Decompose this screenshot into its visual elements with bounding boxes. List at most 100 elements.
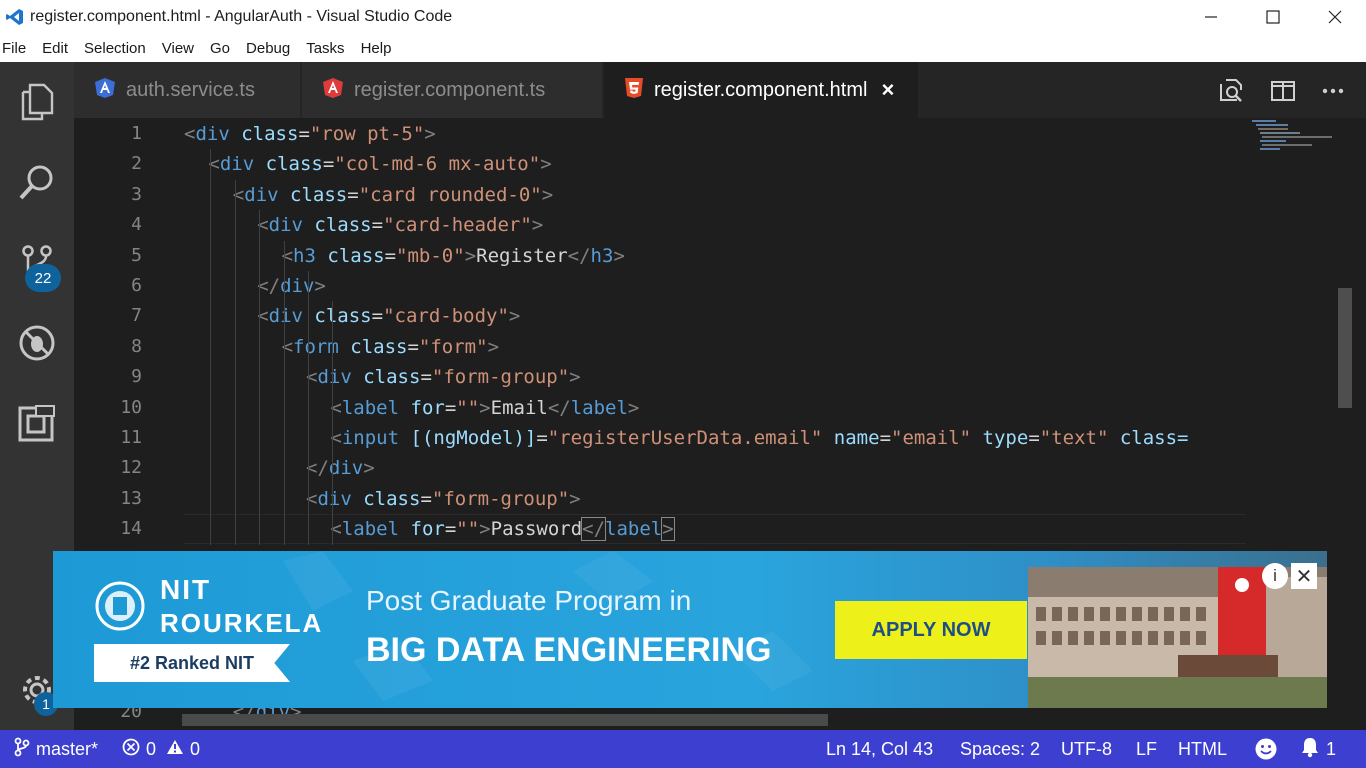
advertisement-banner[interactable]: NIT ROURKELA #2 Ranked NIT Post Graduate… [53, 551, 1327, 708]
code-token: div [244, 183, 279, 206]
notifications-item[interactable]: 1 [1300, 730, 1336, 768]
close-window-button[interactable] [1304, 0, 1366, 34]
institute-logo-icon [93, 579, 147, 640]
html5-icon [624, 77, 644, 104]
line-number: 13 [120, 487, 142, 509]
code-token: > [363, 457, 375, 480]
menu-selection[interactable]: Selection [84, 40, 154, 57]
menu-view[interactable]: View [162, 40, 202, 57]
tab-register-component-html[interactable]: register.component.html × [604, 62, 918, 118]
horizontal-scrollbar[interactable] [182, 714, 828, 726]
tab-register-component-ts[interactable]: register.component.ts [302, 62, 602, 118]
error-icon [122, 738, 140, 761]
language-mode[interactable]: HTML [1178, 730, 1227, 768]
code-token: </ [306, 457, 329, 480]
code-token: class= [1119, 427, 1189, 449]
code-token: class [314, 214, 372, 237]
problems-item[interactable]: 0 0 [122, 730, 200, 768]
code-token: </ [581, 517, 607, 542]
code-token: > [627, 396, 640, 419]
menu-file[interactable]: File [2, 40, 34, 57]
close-tab-button[interactable]: × [881, 77, 894, 103]
code-token: "email" [891, 427, 972, 449]
line-number: 10 [120, 396, 142, 418]
tab-auth-service[interactable]: auth.service.ts [74, 62, 300, 118]
code-token: </ [547, 396, 571, 419]
vertical-scrollbar[interactable] [1338, 288, 1352, 408]
indent-guide [259, 210, 261, 545]
ad-close-button[interactable]: ✕ [1291, 563, 1317, 589]
line-number: 8 [131, 335, 142, 357]
warning-icon [166, 739, 184, 760]
code-token: > [531, 214, 544, 237]
indent-guide [234, 179, 236, 545]
code-token: = [322, 153, 335, 176]
menu-go[interactable]: Go [210, 40, 238, 57]
code-line[interactable]: <div class="form-group"> [306, 362, 581, 392]
code-token: class [265, 153, 323, 176]
code-line[interactable]: <div class="card rounded-0"> [233, 180, 553, 210]
code-line[interactable]: <h3 class="mb-0">Register</h3> [282, 241, 625, 271]
angular-icon [322, 77, 344, 104]
git-branch-item[interactable]: master* [14, 730, 98, 768]
menu-debug[interactable]: Debug [246, 40, 298, 57]
code-token: > [541, 183, 554, 206]
ad-info-button[interactable]: i [1262, 563, 1288, 589]
menu-edit[interactable]: Edit [42, 40, 76, 57]
code-token: div [195, 123, 230, 145]
line-number: 11 [120, 427, 142, 448]
minimize-button[interactable] [1180, 0, 1242, 34]
encoding-setting[interactable]: UTF-8 [1061, 730, 1112, 768]
code-token: > [569, 487, 581, 510]
code-token: > [540, 153, 552, 176]
window-title: register.component.html - AngularAuth - … [30, 8, 453, 25]
code-line[interactable]: <input [(ngModel)]="registerUserData.ema… [330, 423, 1188, 453]
code-line[interactable]: <label for="">Password</label> [330, 514, 675, 544]
code-token: "col-md-6 mx-auto" [334, 153, 541, 176]
line-number: 4 [131, 214, 142, 236]
debug-icon[interactable] [0, 311, 74, 375]
code-token: name [833, 427, 880, 449]
code-token: [(ngModel)] [410, 427, 537, 449]
code-token: < [184, 123, 196, 145]
code-line[interactable]: <div class="form-group"> [306, 484, 581, 514]
code-token: > [464, 244, 477, 267]
editor-tab-bar: auth.service.ts register.component.ts re… [74, 62, 1366, 118]
feedback-smiley-icon[interactable] [1254, 730, 1278, 768]
eol-setting[interactable]: LF [1136, 730, 1157, 768]
line-number: 9 [131, 366, 142, 388]
extensions-icon[interactable] [0, 391, 74, 455]
code-line[interactable]: <div class="card-header"> [257, 210, 543, 240]
apply-now-button[interactable]: APPLY NOW [835, 601, 1027, 659]
code-line[interactable]: </div> [257, 271, 326, 301]
cursor-position[interactable]: Ln 14, Col 43 [826, 730, 933, 768]
code-line[interactable]: <div class="col-md-6 mx-auto"> [208, 149, 551, 179]
code-line[interactable]: <label for="">Email</label> [330, 393, 639, 423]
menu-help[interactable]: Help [361, 40, 400, 57]
git-branch-label: master* [36, 738, 99, 759]
code-token: = [407, 335, 419, 358]
code-token: > [661, 517, 675, 542]
code-token: "" [456, 396, 480, 419]
split-editor-icon[interactable] [1268, 76, 1298, 106]
code-line[interactable]: <form class="form"> [282, 332, 499, 362]
explorer-icon[interactable] [0, 70, 74, 134]
open-preview-icon[interactable] [1216, 76, 1246, 106]
indentation-setting[interactable]: Spaces: 2 [960, 730, 1040, 768]
code-token: for [410, 518, 445, 541]
maximize-button[interactable] [1242, 0, 1304, 34]
search-icon[interactable] [0, 150, 74, 214]
line-number: 7 [131, 305, 142, 327]
code-line[interactable]: <div class="row pt-5"> [184, 119, 436, 149]
code-token: label [605, 518, 663, 541]
ad-headline: Post Graduate Program in [366, 585, 692, 616]
code-token: "text" [1039, 427, 1109, 449]
menu-tasks[interactable]: Tasks [306, 40, 352, 57]
more-actions-icon[interactable] [1318, 76, 1348, 106]
code-line[interactable]: <div class="card-body"> [257, 301, 520, 331]
code-line[interactable]: </div> [306, 453, 375, 483]
